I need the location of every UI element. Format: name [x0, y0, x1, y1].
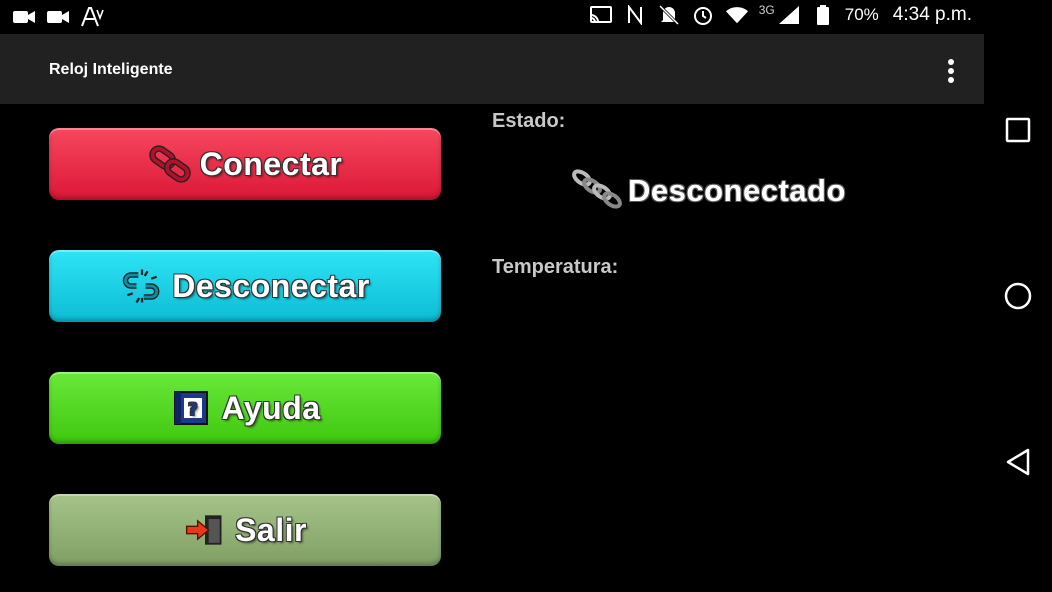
- alarm-icon: [691, 4, 715, 26]
- battery-icon: [811, 4, 835, 26]
- status-time: 4:34 p.m.: [892, 4, 972, 25]
- app-title: Reloj Inteligente: [49, 61, 173, 78]
- status-bar: 3G 70% 4:34 p.m.: [0, 0, 984, 34]
- wifi-icon: [725, 4, 749, 26]
- video-icon: [46, 6, 70, 28]
- battery-level: 70%: [844, 5, 879, 24]
- app-bar: Reloj Inteligente: [0, 34, 984, 104]
- salir-label: Salir: [235, 511, 307, 548]
- svg-text:?: ?: [188, 400, 198, 420]
- link-icon: [148, 144, 192, 184]
- video-icon: [12, 6, 36, 28]
- desconectar-button[interactable]: Desconectar: [49, 250, 441, 322]
- text-accessibility-icon: [80, 6, 104, 28]
- exit-door-icon: [183, 510, 227, 550]
- conectar-label: Conectar: [199, 145, 343, 182]
- estado-label: Estado:: [492, 110, 566, 132]
- temperatura-label: Temperatura:: [492, 256, 619, 278]
- cast-icon: [589, 4, 613, 26]
- broken-chain-icon: [570, 166, 622, 215]
- estado-value: Desconectado: [628, 172, 846, 208]
- help-book-icon: ?: [169, 388, 213, 428]
- home-icon[interactable]: [1002, 280, 1034, 312]
- signal-icon: [777, 4, 801, 26]
- back-icon[interactable]: [1002, 446, 1034, 478]
- recent-apps-icon[interactable]: [1002, 114, 1034, 146]
- mute-icon: [657, 4, 681, 26]
- broken-link-icon: [120, 266, 164, 306]
- ayuda-label: Ayuda: [221, 389, 321, 426]
- conectar-button[interactable]: Conectar: [49, 128, 441, 200]
- overflow-menu-icon[interactable]: [936, 56, 966, 86]
- nfc-icon: [623, 4, 647, 26]
- navigation-bar: [984, 0, 1052, 592]
- ayuda-button[interactable]: ? Ayuda: [49, 372, 441, 444]
- salir-button[interactable]: Salir: [49, 494, 441, 566]
- estado-status: Desconectado: [570, 166, 846, 215]
- network-type: 3G: [758, 3, 775, 17]
- desconectar-label: Desconectar: [172, 267, 370, 304]
